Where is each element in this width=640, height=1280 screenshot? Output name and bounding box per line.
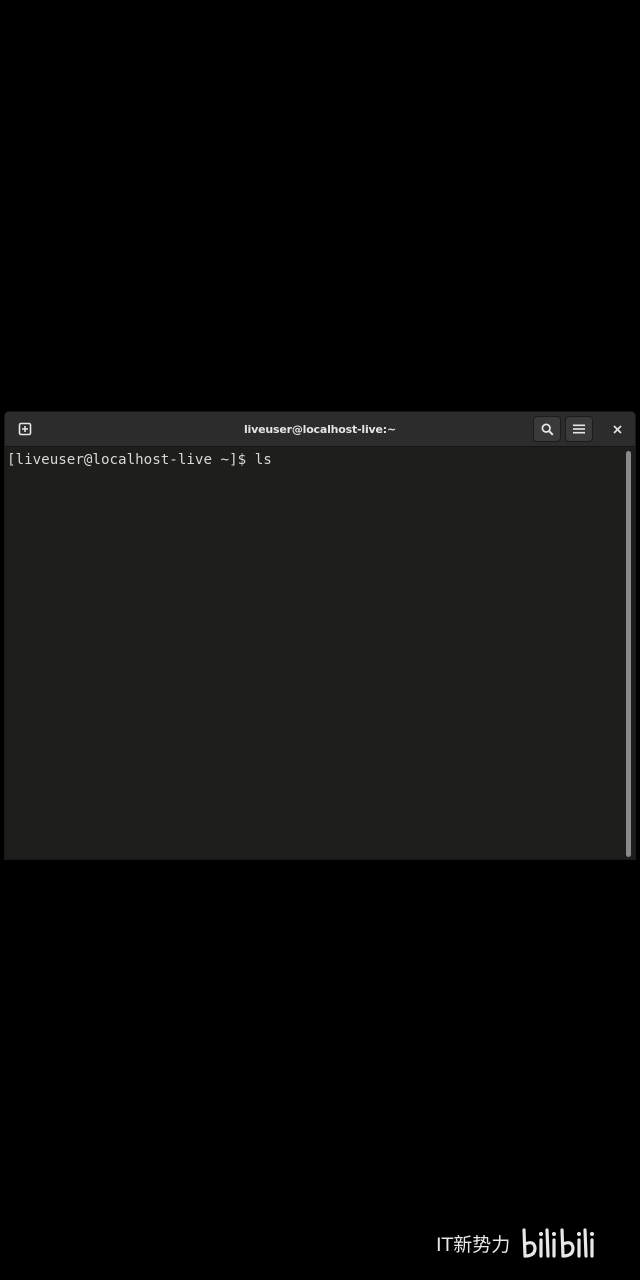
hamburger-menu-icon <box>573 424 585 434</box>
screen: liveuser@localhost-live:~ [liveuser@loca… <box>0 0 640 1280</box>
terminal-window: liveuser@localhost-live:~ [liveuser@loca… <box>4 411 636 860</box>
watermark: IT新势力 <box>436 1226 606 1260</box>
terminal-output[interactable]: [liveuser@localhost-live ~]$ ls <box>5 447 625 859</box>
close-icon <box>612 424 622 434</box>
title-bar: liveuser@localhost-live:~ <box>5 412 635 447</box>
menu-button[interactable] <box>565 416 593 442</box>
watermark-text: IT新势力 <box>436 1233 511 1256</box>
close-button[interactable] <box>603 416 631 442</box>
search-icon <box>541 423 554 436</box>
scrollbar-thumb[interactable] <box>626 451 631 857</box>
search-button[interactable] <box>533 416 561 442</box>
bilibili-logo-icon <box>522 1228 595 1258</box>
terminal-line: [liveuser@localhost-live ~]$ ls <box>7 452 272 468</box>
vertical-scrollbar[interactable] <box>623 447 635 859</box>
